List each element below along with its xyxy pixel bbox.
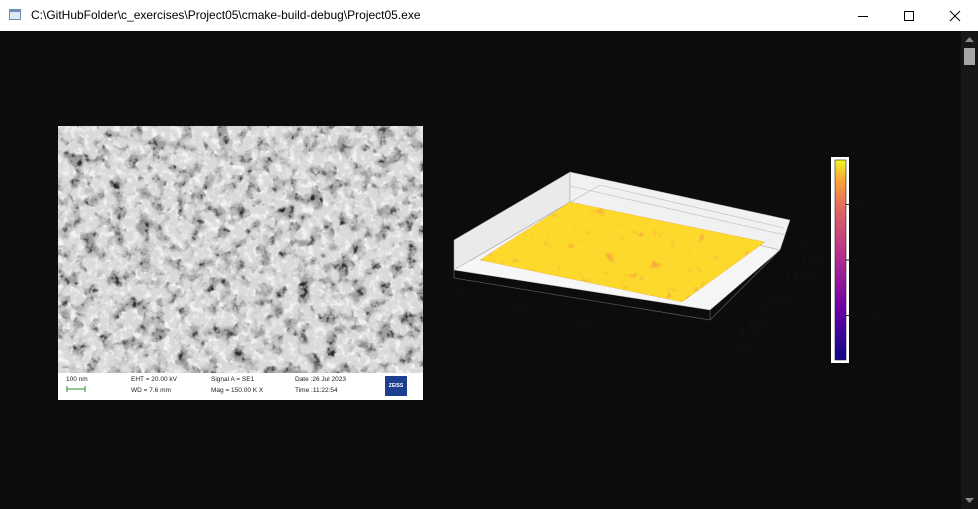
z-tick-label: 100 [796, 232, 820, 247]
minimize-button[interactable] [840, 0, 886, 31]
date-label: Date :26 Jul 2023 [295, 376, 346, 383]
mag-label: Mag = 150.00 K X [211, 387, 264, 394]
y-tick-label: 1400 [784, 268, 816, 283]
close-icon [949, 10, 961, 21]
colorbar-tick-label: 50 [853, 196, 869, 211]
colorbar: 50 0 −50 [831, 157, 879, 363]
scrollbar-thumb[interactable] [964, 48, 975, 65]
minimize-icon [858, 15, 868, 17]
window-title: C:\GitHubFolder\c_exercises\Project05\cm… [31, 8, 421, 22]
scroll-down-button[interactable] [961, 492, 978, 509]
x-tick-label: 2000 [689, 353, 721, 368]
x-tick-label: 1000 [567, 318, 599, 333]
scroll-down-icon [965, 497, 974, 503]
x-tick-label: 0 [456, 283, 464, 298]
z-axis-ticks: -1000100 [796, 232, 824, 267]
scale-label: 100 nm [66, 376, 88, 383]
colorbar-tick-label: −50 [853, 308, 879, 323]
maximize-button[interactable] [886, 0, 932, 31]
colorbar-ticks: 50 0 −50 [846, 196, 879, 323]
scroll-up-button[interactable] [961, 31, 978, 48]
title-bar: C:\GitHubFolder\c_exercises\Project05\cm… [0, 0, 978, 31]
close-button[interactable] [932, 0, 978, 31]
sem-image [58, 126, 423, 373]
x-tick-label: 1500 [628, 336, 660, 351]
app-icon [9, 9, 21, 20]
scroll-up-icon [965, 36, 974, 42]
x-tick-label: 500 [509, 301, 533, 316]
sem-info-bar: 100 nm EHT = 20.00 kV WD = 7.6 mm Signal… [58, 373, 423, 400]
colorbar-tick-label: 0 [853, 252, 861, 267]
vertical-scrollbar[interactable] [961, 31, 978, 509]
wd-label: WD = 7.6 mm [131, 387, 171, 394]
time-label: Time :11:22:54 [295, 387, 338, 394]
surface-plot: 0500100015002000 02004006008001000120014… [453, 157, 879, 368]
eht-label: EHT = 20.00 kV [131, 376, 177, 383]
sem-micrograph: 100 nm EHT = 20.00 kV WD = 7.6 mm Signal… [58, 126, 423, 400]
signal-label: Signal A = SE1 [211, 376, 255, 383]
scale-bar [66, 386, 86, 392]
maximize-icon [904, 10, 914, 21]
zeiss-logo: ZEISS [385, 376, 407, 396]
